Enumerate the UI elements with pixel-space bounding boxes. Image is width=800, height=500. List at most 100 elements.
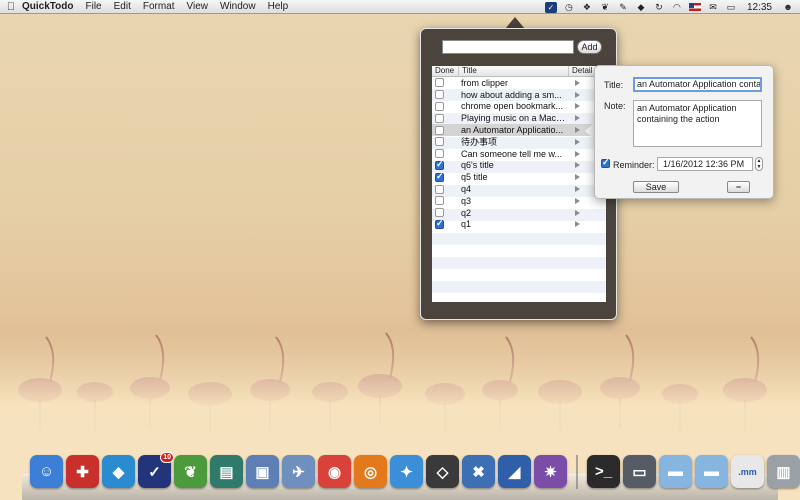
table-row[interactable]: Playing music on a Mac i... bbox=[432, 112, 606, 124]
table-row[interactable]: 待办事项 bbox=[432, 136, 606, 148]
detail-arrow-icon[interactable] bbox=[575, 103, 580, 110]
detail-arrow-icon[interactable] bbox=[575, 197, 580, 204]
detail-arrow-icon[interactable] bbox=[575, 150, 580, 157]
done-checkbox[interactable] bbox=[435, 184, 444, 194]
menu-format[interactable]: Format bbox=[143, 1, 175, 12]
detail-arrow-icon[interactable] bbox=[575, 115, 580, 122]
done-checkbox[interactable] bbox=[435, 78, 444, 88]
table-row[interactable]: q2 bbox=[432, 207, 606, 219]
table-row[interactable]: q5 title bbox=[432, 171, 606, 183]
app-menu[interactable]: QuickTodo bbox=[22, 1, 73, 12]
done-checkbox[interactable] bbox=[435, 196, 444, 206]
todo-title: an Automator Applicatio... bbox=[461, 125, 564, 136]
table-row[interactable]: Can someone tell me w... bbox=[432, 148, 606, 160]
delete-button[interactable]: − bbox=[727, 181, 750, 193]
done-checkbox[interactable] bbox=[435, 137, 444, 147]
cube-icon[interactable]: ◆ bbox=[635, 2, 647, 13]
menu-clock[interactable]: 12:35 bbox=[747, 2, 772, 13]
table-row[interactable]: q4 bbox=[432, 183, 606, 195]
todo-title: q3 bbox=[461, 195, 472, 206]
battery-icon[interactable]: ▭ bbox=[725, 2, 737, 13]
reminder-checkbox[interactable] bbox=[601, 157, 610, 168]
finder-icon[interactable]: ☺ bbox=[30, 455, 63, 488]
instruments-icon[interactable]: ◢ bbox=[498, 455, 531, 488]
table-row[interactable]: q6's title bbox=[432, 159, 606, 172]
done-checkbox[interactable] bbox=[435, 171, 444, 182]
todo-title: q6's title bbox=[461, 160, 494, 171]
todo-title: chrome open bookmark... bbox=[461, 101, 564, 112]
title-label: Title: bbox=[604, 80, 624, 90]
column-done[interactable]: Done bbox=[432, 66, 459, 76]
mm-file-icon[interactable]: .mm bbox=[731, 455, 764, 488]
evernote-icon[interactable]: ❦ bbox=[599, 2, 611, 13]
trash-icon[interactable]: ▥ bbox=[767, 455, 800, 488]
file-manager-icon[interactable]: ▤ bbox=[210, 455, 243, 488]
detail-arrow-icon[interactable] bbox=[575, 174, 580, 181]
done-checkbox[interactable] bbox=[435, 159, 444, 170]
safari-icon[interactable]: ✦ bbox=[390, 455, 423, 488]
quicktodo-icon[interactable]: ✓ bbox=[544, 1, 557, 13]
menu-edit[interactable]: Edit bbox=[114, 1, 131, 12]
note-field[interactable]: an Automator Application containing the … bbox=[633, 100, 762, 147]
done-checkbox[interactable] bbox=[435, 90, 444, 100]
done-checkbox[interactable] bbox=[435, 208, 444, 218]
dropbox-icon[interactable]: ❖ bbox=[581, 2, 593, 13]
pdf-app-icon[interactable]: ✚ bbox=[66, 455, 99, 488]
unity-icon[interactable]: ◇ bbox=[426, 455, 459, 488]
firefox-icon[interactable]: ◎ bbox=[354, 455, 387, 488]
detail-arrow-icon[interactable] bbox=[575, 221, 580, 228]
clock-icon[interactable]: ◷ bbox=[563, 2, 575, 13]
detail-arrow-icon[interactable] bbox=[575, 138, 580, 145]
menu-help[interactable]: Help bbox=[268, 1, 289, 12]
flag-icon[interactable] bbox=[688, 3, 701, 11]
table-row[interactable]: an Automator Applicatio... bbox=[432, 124, 606, 136]
menu-window[interactable]: Window bbox=[220, 1, 256, 12]
detail-arrow-icon[interactable] bbox=[575, 79, 580, 86]
done-checkbox[interactable] bbox=[435, 218, 444, 229]
add-button[interactable]: Add bbox=[577, 40, 602, 54]
detail-arrow-icon[interactable] bbox=[575, 209, 580, 216]
folder-icon[interactable]: ▬ bbox=[659, 455, 692, 488]
detail-arrow-icon[interactable] bbox=[575, 186, 580, 193]
reminder-date-field[interactable]: 1/16/2012 12:36 PM bbox=[657, 157, 753, 171]
xcode-icon[interactable]: ✖ bbox=[462, 455, 495, 488]
chrome-icon[interactable]: ◉ bbox=[318, 455, 351, 488]
reminder-stepper[interactable]: ▲ ▼ bbox=[755, 157, 763, 171]
table-row[interactable]: from clipper bbox=[432, 77, 606, 89]
done-checkbox[interactable] bbox=[435, 149, 444, 159]
mail-stamp-icon[interactable]: ✈ bbox=[282, 455, 315, 488]
table-row[interactable]: q1 bbox=[432, 218, 606, 231]
apple-menu-icon[interactable]:  bbox=[0, 1, 22, 13]
quicktodo-dock-icon[interactable]: ✓ 10 bbox=[138, 452, 174, 488]
wifi-icon[interactable]: ◠ bbox=[671, 2, 683, 13]
todo-title: q2 bbox=[461, 207, 472, 218]
menu-file[interactable]: File bbox=[85, 1, 101, 12]
new-todo-input[interactable] bbox=[442, 40, 574, 54]
screen-icon[interactable]: ▭ bbox=[623, 455, 656, 488]
downloads-folder-icon[interactable]: ▬ bbox=[695, 455, 728, 488]
detail-arrow-icon[interactable] bbox=[575, 162, 580, 169]
title-field[interactable]: an Automator Application conta bbox=[633, 77, 762, 92]
done-checkbox[interactable] bbox=[435, 113, 444, 123]
save-button[interactable]: Save bbox=[633, 181, 679, 193]
sync-icon[interactable]: ↻ bbox=[653, 2, 665, 13]
column-title[interactable]: Title bbox=[459, 66, 569, 76]
wiring-icon[interactable]: ✷ bbox=[534, 455, 567, 488]
evernote-dock-icon[interactable]: ❦ bbox=[174, 455, 207, 488]
detail-arrow-icon[interactable] bbox=[575, 127, 580, 134]
preview-icon[interactable]: ▣ bbox=[246, 455, 279, 488]
dock: ☺ ✚ ◆ ✓ 10 ❦ ▤ ▣ ✈ ◉ ◎ ✦ ◇ ✖ ◢ ✷ >_ ▭ ▬ ▬ .mm ▥ bbox=[30, 452, 800, 495]
mail-icon[interactable]: ✉ bbox=[707, 2, 719, 13]
pen-icon[interactable]: ✎ bbox=[617, 2, 629, 13]
table-row[interactable]: chrome open bookmark... bbox=[432, 101, 606, 113]
terminal-icon[interactable]: >_ bbox=[587, 455, 620, 488]
table-row[interactable]: q3 bbox=[432, 195, 606, 207]
menu-view[interactable]: View bbox=[187, 1, 209, 12]
done-checkbox[interactable] bbox=[435, 125, 444, 135]
table-row[interactable]: how about adding a sm... bbox=[432, 89, 606, 101]
detail-arrow-icon[interactable] bbox=[575, 91, 580, 98]
todo-title: from clipper bbox=[461, 77, 509, 88]
done-checkbox[interactable] bbox=[435, 101, 444, 111]
virtualbox-icon[interactable]: ◆ bbox=[102, 455, 135, 488]
user-icon[interactable]: ☻ bbox=[782, 2, 794, 13]
